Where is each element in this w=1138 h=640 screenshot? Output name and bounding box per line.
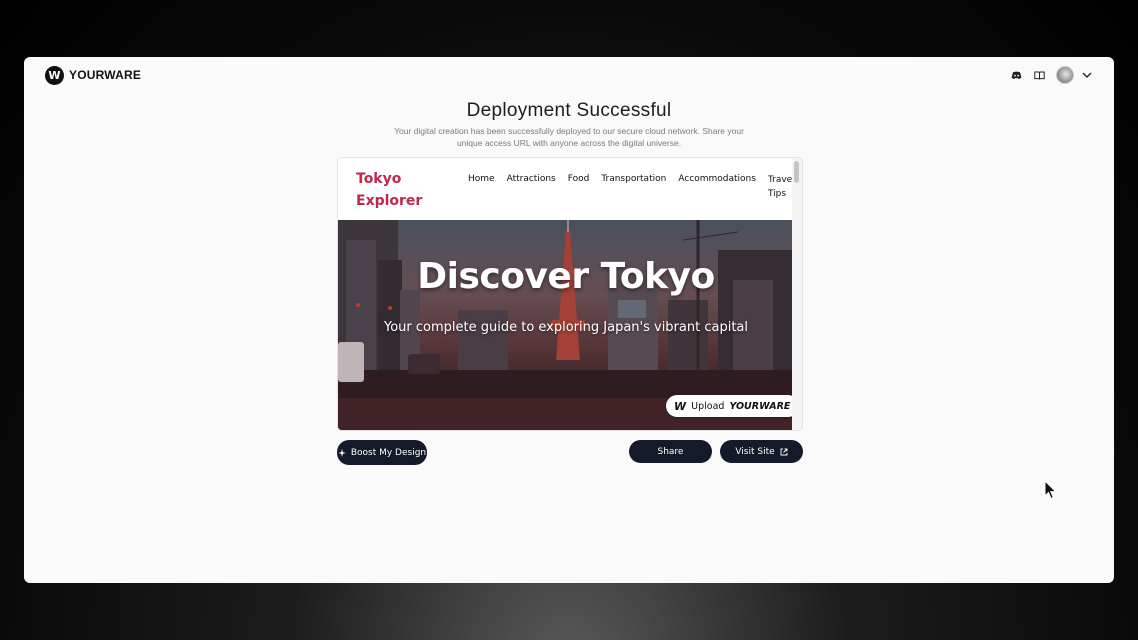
visit-label: Visit Site	[735, 446, 775, 457]
external-link-icon	[780, 448, 788, 455]
share-label: Share	[657, 446, 684, 457]
avatar[interactable]	[1056, 66, 1074, 84]
app-window: W YOURWARE Deployment Successful Your di…	[24, 57, 1114, 583]
mouse-cursor-icon	[1044, 480, 1058, 500]
preview-navbar: Tokyo Explorer Home Attractions Food Tra…	[338, 158, 795, 220]
visit-site-button[interactable]: Visit Site	[720, 440, 803, 463]
upload-yourware-badge[interactable]: W Upload YOURWARE	[666, 395, 794, 417]
preview-hero: Discover Tokyo Your complete guide to ex…	[338, 220, 794, 430]
page-subtitle: Your digital creation has been successfu…	[394, 126, 744, 148]
preview-hero-subtitle: Your complete guide to exploring Japan's…	[384, 320, 748, 335]
brand-logo-icon: W	[45, 65, 64, 85]
discord-icon[interactable]	[1010, 69, 1022, 81]
preview-nav-accommodations[interactable]: Accommodations	[678, 174, 756, 201]
preview-scrollbar[interactable]	[792, 158, 802, 430]
header-actions	[1010, 66, 1092, 84]
boost-my-design-button[interactable]: Boost My Design	[337, 440, 427, 465]
preview-nav-attractions[interactable]: Attractions	[507, 174, 556, 201]
sparkle-icon	[337, 448, 346, 457]
boost-label: Boost My Design	[350, 447, 427, 458]
preview-scroll-thumb[interactable]	[794, 161, 799, 183]
preview-hero-title: Discover Tokyo	[417, 256, 715, 297]
preview-nav-home[interactable]: Home	[468, 174, 495, 201]
share-button[interactable]: Share	[629, 440, 712, 463]
preview-nav-transportation[interactable]: Transportation	[601, 174, 666, 201]
brand-name: YOURWARE	[69, 68, 142, 82]
yourware-w-icon: W	[674, 399, 687, 413]
top-bar: W YOURWARE	[24, 57, 1114, 93]
site-preview[interactable]: Tokyo Explorer Home Attractions Food Tra…	[337, 157, 803, 431]
brand[interactable]: W YOURWARE	[45, 65, 142, 85]
badge-brand: YOURWARE	[729, 400, 791, 412]
book-icon[interactable]	[1033, 69, 1045, 81]
preview-site-logo[interactable]: Tokyo Explorer	[356, 168, 436, 212]
badge-prefix: Upload	[691, 400, 725, 412]
preview-nav-food[interactable]: Food	[568, 174, 590, 201]
preview-nav-links: Home Attractions Food Transportation Acc…	[468, 174, 798, 201]
chevron-down-icon[interactable]	[1082, 70, 1092, 80]
page-title: Deployment Successful	[466, 100, 672, 121]
